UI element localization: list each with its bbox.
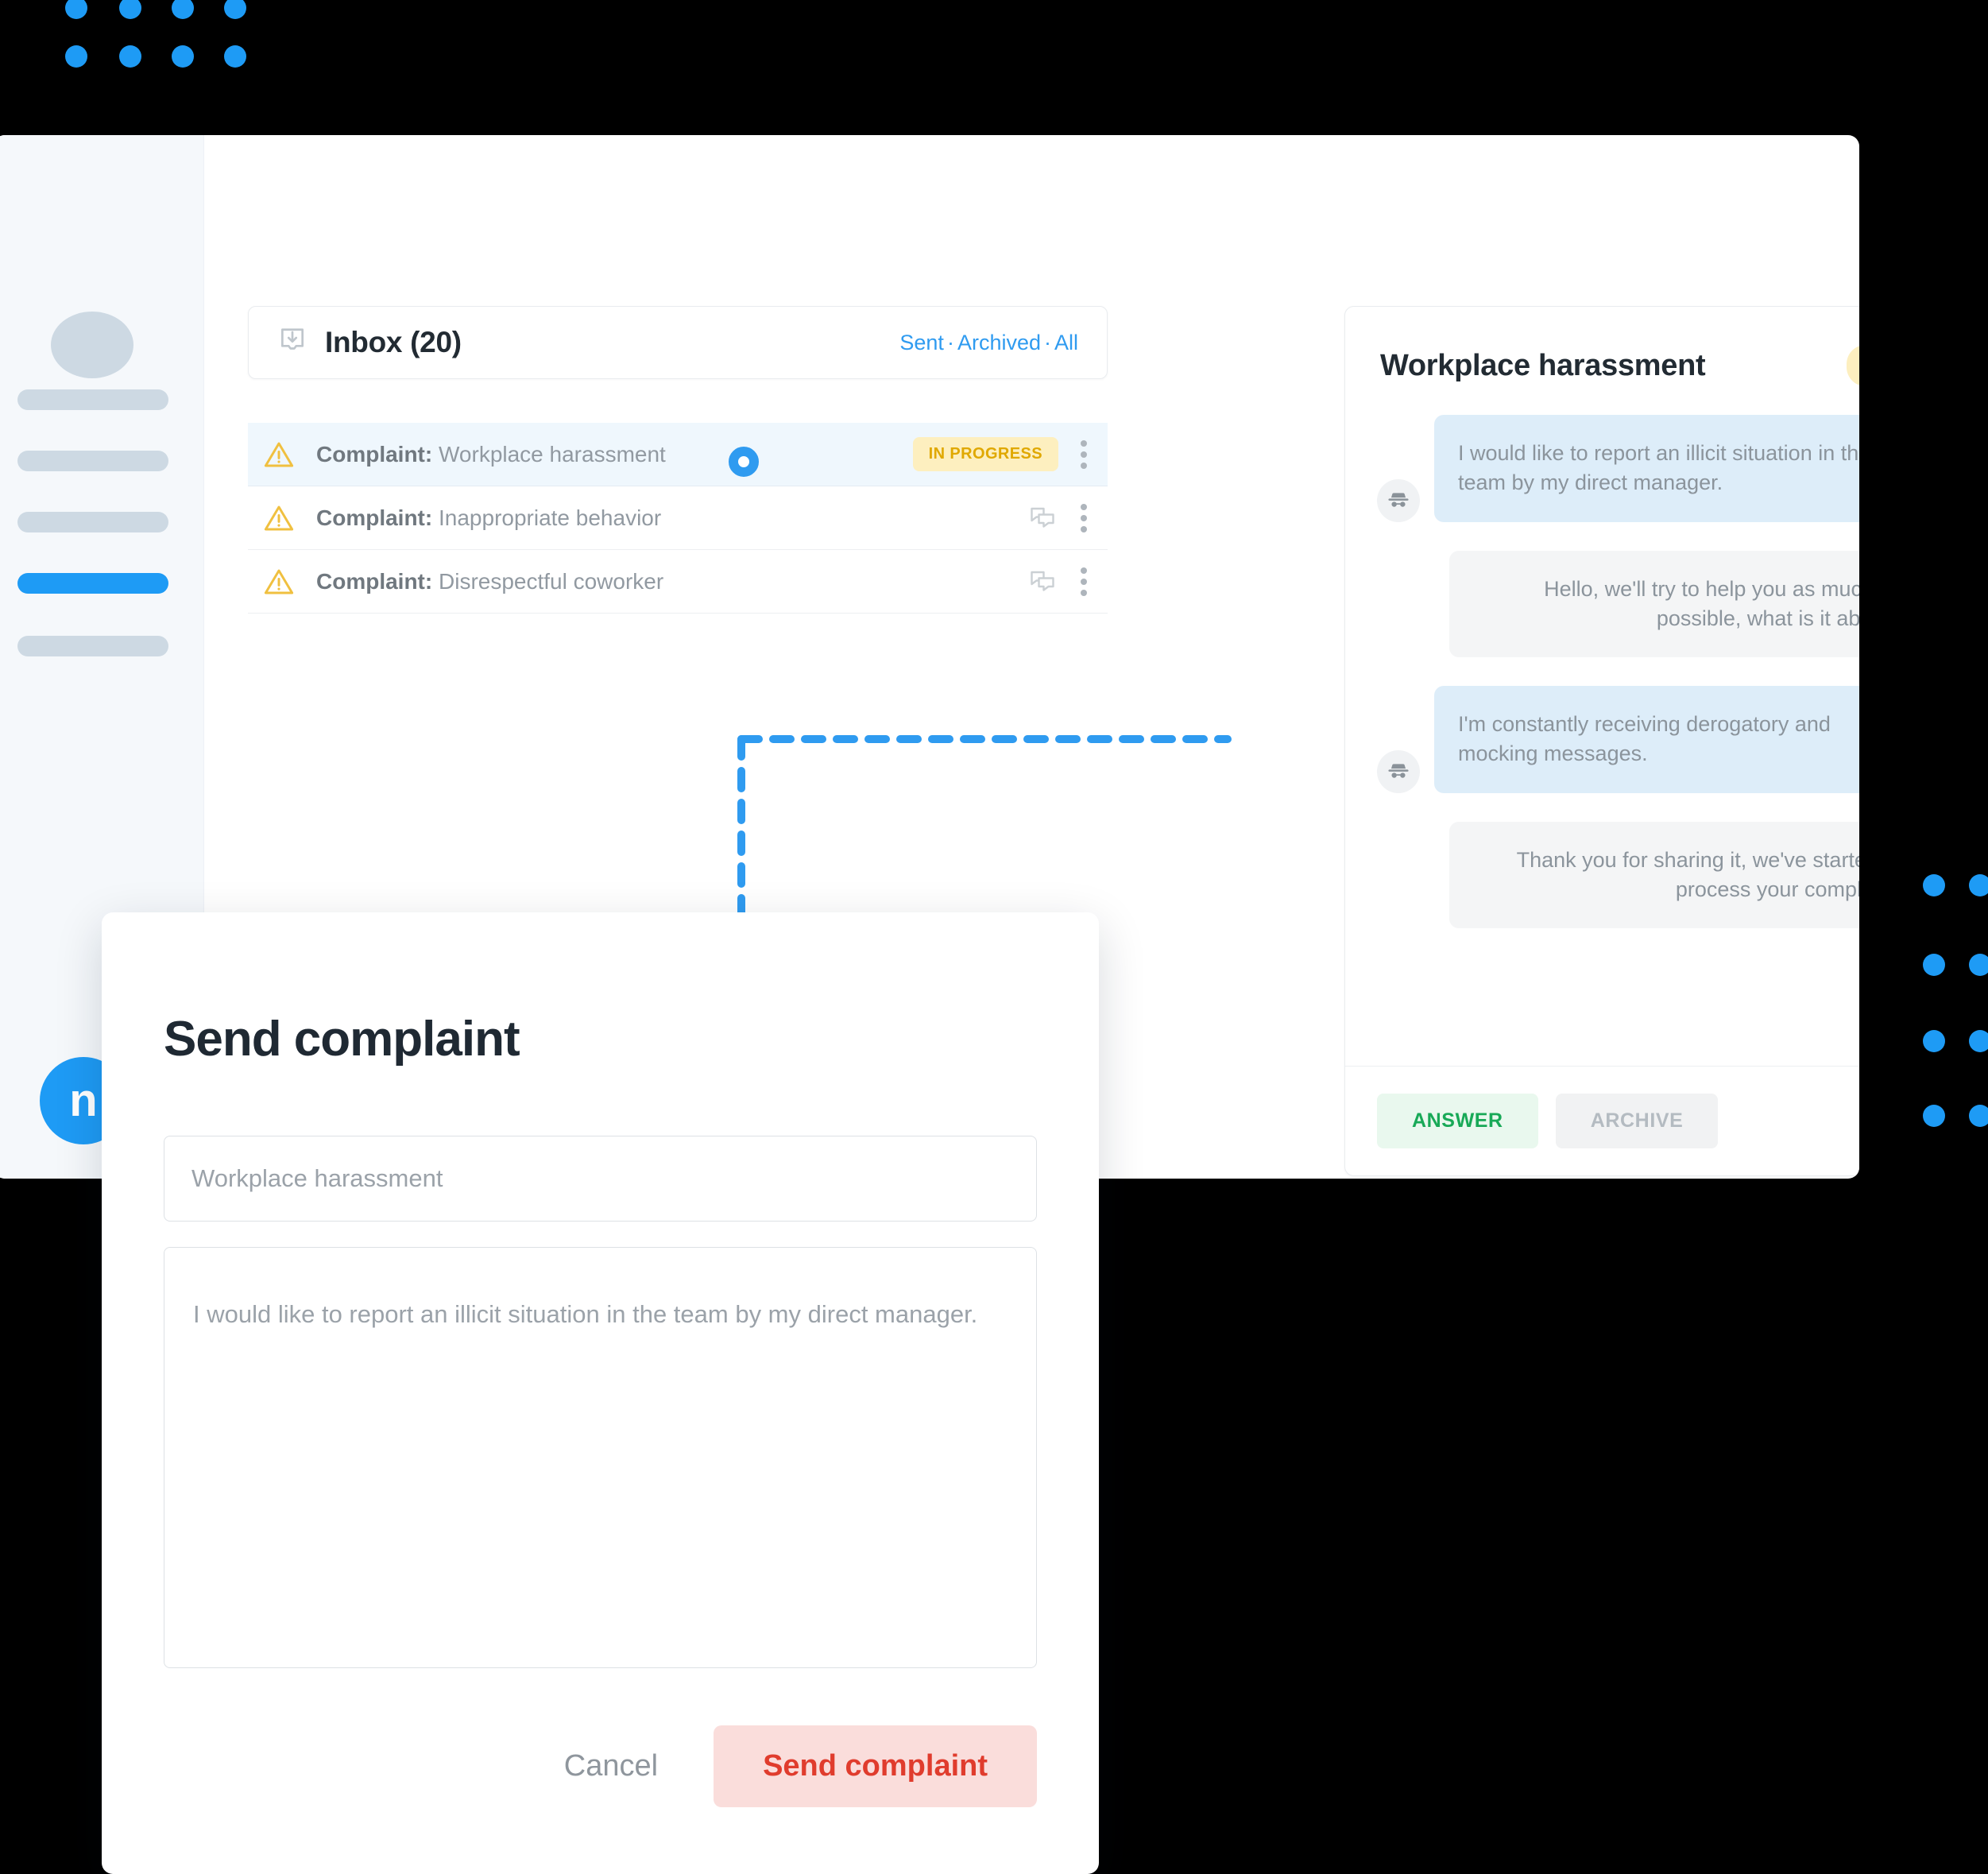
conversation-actions: ANSWER ARCHIVE — [1345, 1066, 1859, 1175]
send-complaint-modal: Send complaint Workplace harassment I wo… — [102, 912, 1099, 1874]
inbox-filter-all[interactable]: All — [1054, 331, 1078, 354]
sidebar-item-4-active[interactable] — [17, 573, 168, 594]
decor-dot — [1969, 1030, 1988, 1052]
chat-bubbles-icon — [1028, 567, 1057, 596]
inbox-filter-sent[interactable]: Sent — [899, 331, 944, 354]
complaint-subject-input[interactable]: Workplace harassment — [164, 1136, 1037, 1222]
message-bubble-reporter: I would like to report an illicit situat… — [1434, 415, 1859, 522]
fab-label: n — [69, 1074, 98, 1126]
decor-dot — [1923, 1030, 1945, 1052]
modal-actions: Cancel Send complaint — [102, 1725, 1037, 1807]
table-row[interactable]: Complaint: Disrespectful coworker — [248, 550, 1108, 614]
row-label: Complaint: Workplace harassment — [316, 442, 666, 467]
incognito-icon — [1377, 478, 1420, 522]
inbox-header-left: Inbox (20) — [277, 326, 462, 360]
send-complaint-button[interactable]: Send complaint — [714, 1725, 1037, 1807]
decor-dot — [172, 0, 194, 19]
row-subject: Inappropriate behavior — [439, 505, 662, 530]
decor-dot — [1923, 954, 1945, 976]
inbox-title: Inbox (20) — [325, 326, 462, 358]
message-item: Thank you for sharing it, we've started … — [1377, 821, 1859, 928]
table-row[interactable]: Complaint: Workplace harassment IN PROGR… — [248, 423, 1108, 486]
modal-title: Send complaint — [164, 1012, 520, 1067]
inbox-header: Inbox (20) Sent · Archived · All — [248, 306, 1108, 379]
decor-dot — [172, 45, 194, 68]
decor-dot — [119, 45, 141, 68]
row-menu-button[interactable] — [1079, 503, 1089, 532]
connector-knob-right — [729, 447, 759, 477]
conversation-header: Workplace harassment N77263819 — [1345, 307, 1859, 401]
row-prefix: Complaint — [316, 505, 425, 530]
row-menu-button[interactable] — [1079, 567, 1089, 596]
row-label: Complaint: Disrespectful coworker — [316, 569, 663, 594]
page-title: Workplace harassment — [1380, 348, 1706, 382]
row-colon: : — [424, 505, 433, 530]
filter-separator-2: · — [1043, 330, 1051, 354]
answer-button[interactable]: ANSWER — [1377, 1094, 1538, 1148]
decor-dot — [65, 45, 87, 68]
row-menu-button[interactable] — [1079, 439, 1089, 469]
decor-dot — [1969, 874, 1988, 896]
sidebar-item-3[interactable] — [17, 512, 168, 532]
conversation-panel: Workplace harassment N77263819 — [1344, 306, 1859, 1176]
message-list: I would like to report an illicit situat… — [1345, 401, 1859, 1066]
complaint-body-textarea[interactable]: I would like to report an illicit situat… — [164, 1247, 1037, 1668]
decor-dot — [1969, 1105, 1988, 1127]
sidebar-item-1[interactable] — [17, 389, 168, 410]
warning-triangle-icon — [262, 565, 296, 598]
archive-button[interactable]: ARCHIVE — [1555, 1094, 1719, 1148]
ticket-id-badge: N77263819 — [1846, 345, 1859, 386]
inbox-panel: Inbox (20) Sent · Archived · All Complai… — [248, 306, 1108, 614]
decor-dot — [65, 0, 87, 19]
message-bubble-reporter: I'm constantly receiving derogatory and … — [1434, 686, 1859, 793]
sidebar-item-5[interactable] — [17, 636, 168, 656]
decor-dot — [1969, 954, 1988, 976]
warning-triangle-icon — [262, 438, 296, 471]
row-subject: Disrespectful coworker — [439, 568, 664, 594]
chat-bubbles-icon — [1028, 504, 1057, 532]
decor-dot — [1923, 874, 1945, 896]
inbox-list: Complaint: Workplace harassment IN PROGR… — [248, 423, 1108, 614]
message-item: I would like to report an illicit situat… — [1377, 415, 1859, 522]
sidebar-avatar-placeholder — [51, 312, 133, 378]
row-label: Complaint: Inappropriate behavior — [316, 505, 661, 531]
inbox-filter-archived[interactable]: Archived — [957, 331, 1041, 354]
incognito-icon — [1377, 749, 1420, 793]
row-colon: : — [424, 568, 433, 594]
decor-dot — [119, 0, 141, 19]
message-item: Hello, we'll try to help you as much as … — [1377, 550, 1859, 657]
warning-triangle-icon — [262, 501, 296, 535]
row-prefix: Complaint — [316, 568, 425, 594]
complaint-body-value: I would like to report an illicit situat… — [193, 1300, 978, 1328]
filter-separator-1: · — [946, 330, 954, 354]
complaint-subject-value: Workplace harassment — [191, 1164, 443, 1192]
screenshot-root: n Inbox (20) Sent · Archived · All Compl… — [0, 0, 1988, 1874]
status-badge: IN PROGRESS — [912, 437, 1058, 471]
sidebar-item-2[interactable] — [17, 451, 168, 471]
decor-dot — [224, 45, 246, 68]
row-prefix: Complaint — [316, 441, 425, 467]
inbox-filter-links: Sent · Archived · All — [899, 331, 1078, 355]
message-bubble-agent: Thank you for sharing it, we've started … — [1449, 821, 1859, 928]
message-item: I'm constantly receiving derogatory and … — [1377, 686, 1859, 793]
cancel-button[interactable]: Cancel — [556, 1735, 666, 1798]
inbox-tray-icon — [277, 326, 307, 360]
decor-dot — [1923, 1105, 1945, 1127]
row-subject: Workplace harassment — [439, 441, 666, 467]
row-colon: : — [424, 441, 433, 467]
decor-dot — [224, 0, 246, 19]
message-bubble-agent: Hello, we'll try to help you as much as … — [1449, 550, 1859, 657]
table-row[interactable]: Complaint: Inappropriate behavior — [248, 486, 1108, 550]
